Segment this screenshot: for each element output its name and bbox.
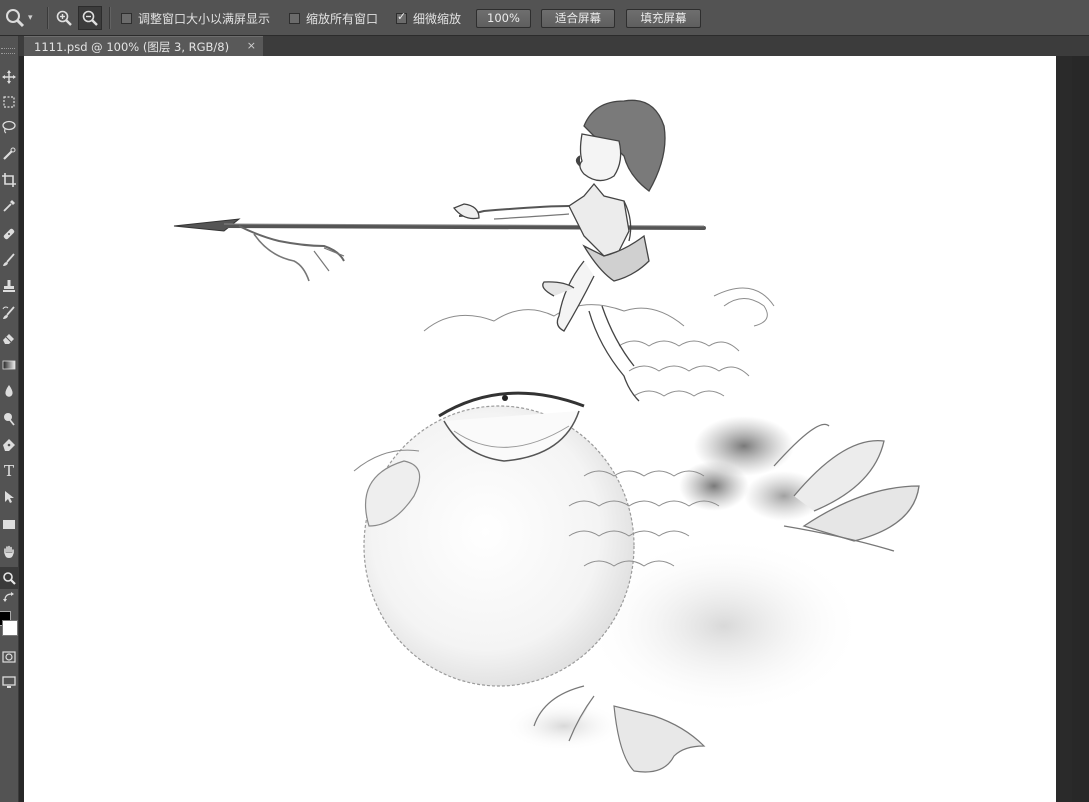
screen-mode-button[interactable] (0, 671, 18, 693)
gradient-icon (2, 360, 16, 370)
document-canvas[interactable] (24, 56, 1072, 802)
divider (47, 7, 49, 29)
marquee-icon (3, 96, 15, 108)
checkbox-box[interactable] (289, 12, 300, 24)
swap-colors-button[interactable] (0, 589, 18, 605)
type-tool[interactable]: T (0, 460, 18, 482)
move-icon (2, 70, 16, 84)
crop-icon (2, 173, 16, 187)
history-brush-icon (2, 306, 15, 319)
bandage-icon (3, 228, 15, 240)
divider (109, 7, 111, 29)
eraser-tool[interactable] (0, 327, 18, 349)
zoom-in-button[interactable] (52, 6, 76, 30)
path-selection-tool[interactable] (0, 486, 18, 508)
tool-preset-picker[interactable]: ▾ (4, 0, 44, 36)
scrubby-zoom-checkbox[interactable]: 细微缩放 (396, 0, 461, 36)
quick-selection-icon (3, 147, 16, 160)
stamp-icon (3, 280, 15, 292)
healing-brush-tool[interactable] (0, 223, 18, 245)
fill-screen-button[interactable]: 填充屏幕 (626, 9, 701, 28)
eraser-icon (3, 334, 14, 344)
lasso-icon (2, 120, 16, 134)
blur-tool[interactable] (0, 380, 18, 402)
options-bar: ▾ 调整窗口大小以满屏显示 缩放所有窗口 ✓ 细微缩放 100% 适合屏幕 填充… (0, 0, 1089, 36)
zoom-all-windows-label: 缩放所有窗口 (306, 11, 379, 26)
resize-windows-label: 调整窗口大小以满屏显示 (138, 11, 271, 26)
quick-mask-icon (2, 651, 16, 663)
canvas-workspace[interactable] (19, 56, 1089, 802)
brush-tool[interactable] (0, 249, 18, 271)
document-tab-title: 1111.psd @ 100% (图层 3, RGB/8) (34, 39, 230, 54)
zoom-all-windows-checkbox[interactable]: 缩放所有窗口 (289, 0, 378, 36)
water-drop-icon (5, 385, 13, 397)
chevron-down-icon: ▾ (28, 13, 33, 23)
fit-screen-button[interactable]: 适合屏幕 (541, 9, 615, 28)
dodge-icon (4, 413, 15, 426)
artwork-boy-riding-bird (173, 99, 920, 773)
history-brush-tool[interactable] (0, 302, 18, 324)
document-tabs-bar: 1111.psd @ 100% (图层 3, RGB/8) × (19, 36, 1089, 56)
type-icon: T (3, 461, 14, 480)
quick-selection-tool[interactable] (0, 143, 18, 165)
background-color-swatch[interactable] (2, 620, 18, 636)
vertical-scrollbar[interactable] (1056, 56, 1072, 802)
tools-panel: T (0, 36, 19, 802)
zoom-in-icon (56, 10, 72, 26)
zoom-icon (3, 572, 16, 585)
swap-arrows-icon (3, 592, 14, 602)
eyedropper-icon (3, 200, 15, 212)
pen-tool[interactable] (0, 434, 18, 456)
monitor-icon (2, 676, 16, 688)
brush-icon (3, 253, 15, 266)
zoom-100-button[interactable]: 100% (476, 9, 531, 28)
photoshop-window: ▾ 调整窗口大小以满屏显示 缩放所有窗口 ✓ 细微缩放 100% 适合屏幕 填充… (0, 0, 1089, 802)
checkbox-box[interactable] (121, 12, 132, 24)
zoom-tool[interactable] (0, 567, 18, 589)
zoom-tool-icon (6, 9, 25, 28)
zoom-out-icon (82, 10, 98, 26)
quick-mask-button[interactable] (0, 646, 18, 668)
resize-windows-checkbox[interactable]: 调整窗口大小以满屏显示 (121, 0, 270, 36)
lasso-tool[interactable] (0, 116, 18, 138)
move-tool[interactable] (0, 66, 18, 88)
hand-icon (4, 545, 14, 558)
rectangle-icon (3, 520, 15, 529)
eyedropper-tool[interactable] (0, 195, 18, 217)
dodge-tool[interactable] (0, 408, 18, 430)
zoom-out-button[interactable] (78, 6, 102, 30)
gradient-tool[interactable] (0, 354, 18, 376)
shape-tool[interactable] (0, 513, 18, 535)
hand-tool[interactable] (0, 541, 18, 563)
crop-tool[interactable] (0, 169, 18, 191)
pen-icon (3, 439, 15, 451)
clone-stamp-tool[interactable] (0, 275, 18, 297)
panel-grip[interactable] (1, 48, 15, 54)
marquee-tool[interactable] (0, 91, 18, 113)
arrow-cursor-icon (5, 491, 14, 503)
scrubby-zoom-label: 细微缩放 (413, 11, 462, 26)
checkbox-box-checked[interactable] (396, 10, 407, 24)
close-icon[interactable]: × (247, 39, 256, 52)
tab-document-1111[interactable]: 1111.psd @ 100% (图层 3, RGB/8) × (24, 36, 263, 56)
